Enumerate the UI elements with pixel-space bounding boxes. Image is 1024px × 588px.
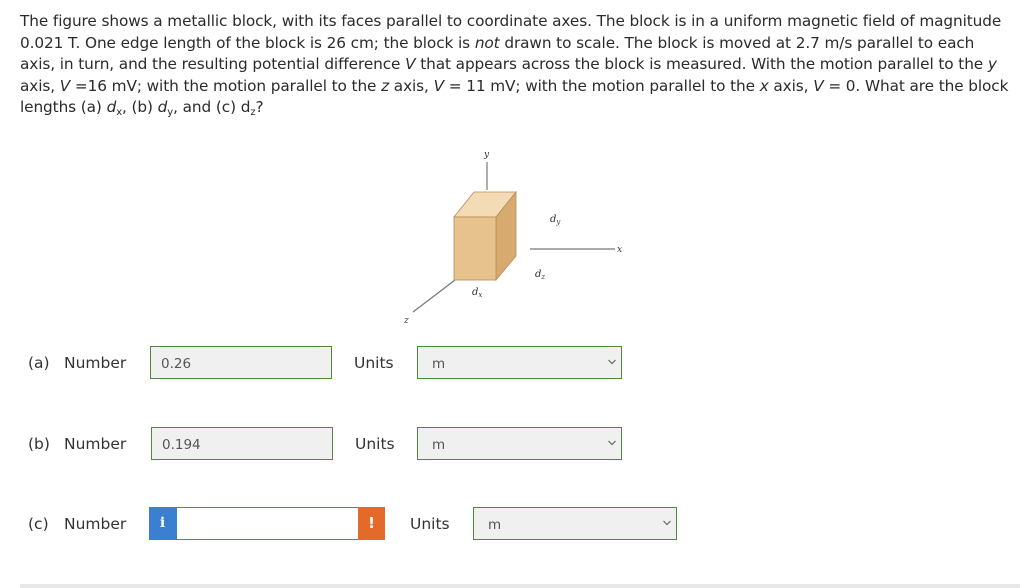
part-label-a: (a) [28, 354, 50, 372]
dy-label: dy [550, 214, 561, 226]
bottom-divider [20, 584, 1020, 588]
units-label-b: Units [355, 435, 395, 453]
dx-label: dx [472, 287, 482, 299]
units-select-b[interactable]: m [417, 427, 622, 460]
number-input-b[interactable]: 0.194 [151, 427, 333, 460]
block-diagram: y z x dx dy dz [403, 150, 622, 326]
number-input-c[interactable] [176, 507, 358, 540]
number-label-c: Number [64, 515, 127, 533]
y-axis-label: y [483, 150, 490, 160]
warning-icon[interactable]: ! [358, 507, 385, 540]
units-select-b-value: m [432, 437, 446, 453]
z-axis-line [412, 279, 456, 313]
number-input-a[interactable]: 0.26 [150, 346, 332, 379]
units-select-c[interactable]: m [473, 507, 677, 540]
part-label-b: (b) [28, 435, 50, 453]
chevron-down-icon [608, 440, 616, 446]
answer-row-a: (a) Number 0.26 Units m [0, 346, 1024, 386]
part-label-c: (c) [28, 515, 49, 533]
question-text: The figure shows a metallic block, with … [20, 12, 1009, 118]
units-select-c-value: m [488, 517, 502, 533]
dz-label: dz [535, 269, 545, 281]
answer-row-b: (b) Number 0.194 Units m [0, 427, 1024, 467]
units-select-a-value: m [432, 356, 446, 372]
block-front-face [453, 216, 497, 281]
info-icon[interactable]: i [149, 507, 176, 540]
chevron-down-icon [663, 520, 671, 526]
chevron-down-icon [608, 359, 616, 365]
x-axis-label: x [617, 245, 622, 255]
block-figure: y z x dx dy dz [395, 140, 650, 330]
units-label-c: Units [410, 515, 450, 533]
number-label-a: Number [64, 354, 127, 372]
answer-row-c: (c) Number i ! Units m [0, 507, 1024, 547]
units-label-a: Units [354, 354, 394, 372]
number-label-b: Number [64, 435, 127, 453]
z-axis-label: z [403, 316, 409, 326]
units-select-a[interactable]: m [417, 346, 622, 379]
